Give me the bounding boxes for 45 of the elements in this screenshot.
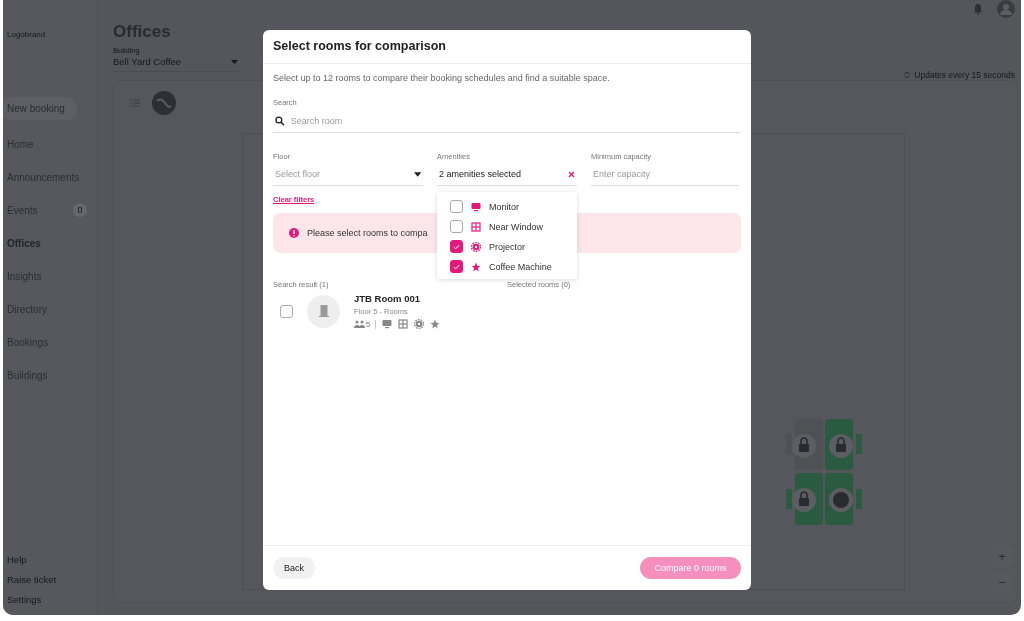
checkbox[interactable] xyxy=(450,220,463,233)
monitor-icon xyxy=(382,319,393,329)
capacity-field[interactable]: Enter capacity xyxy=(593,169,737,179)
compare-button[interactable]: Compare 0 rooms xyxy=(640,557,741,579)
search-icon xyxy=(275,116,285,126)
building-select[interactable]: Bell Yard Coffee xyxy=(113,55,238,72)
checkbox[interactable] xyxy=(450,260,463,273)
amenity-option[interactable]: Monitor xyxy=(450,200,577,213)
floor-select[interactable]: Select floor xyxy=(275,169,410,179)
amenity-option[interactable]: Near Window xyxy=(450,220,577,233)
check-icon xyxy=(453,263,460,270)
star-icon xyxy=(430,319,441,329)
search-field[interactable]: Search room xyxy=(290,116,741,126)
globe-icon[interactable] xyxy=(152,91,176,115)
gear-icon xyxy=(471,241,481,252)
refresh-icon xyxy=(903,71,912,79)
dialog-title: Select rooms for comparison xyxy=(263,30,751,64)
checkbox[interactable] xyxy=(450,240,463,253)
amenity-option[interactable]: Projector xyxy=(450,240,577,253)
footer-link[interactable]: Settings xyxy=(7,594,97,605)
door-icon xyxy=(318,305,329,317)
caret-icon xyxy=(413,171,421,177)
intro-text: Select up to 12 rooms to compare their booking schedules and find a suitable space. xyxy=(273,73,611,83)
checkbox[interactable] xyxy=(450,200,463,213)
room-name: JTB Room 001 xyxy=(354,293,421,304)
footer-link[interactable]: Help xyxy=(7,554,97,565)
monitor-icon xyxy=(471,201,481,212)
back-button[interactable]: Back xyxy=(273,557,315,579)
bell-icon[interactable] xyxy=(973,3,983,15)
clear-icon[interactable] xyxy=(568,170,575,178)
window-grid-icon xyxy=(471,221,481,232)
alert-icon xyxy=(289,228,299,238)
gear-icon xyxy=(414,319,425,329)
alert-message: Please select rooms to compa xyxy=(307,228,428,238)
star-icon xyxy=(471,261,481,272)
caret-icon xyxy=(231,59,238,64)
desk-cluster-drawing[interactable] xyxy=(786,419,862,527)
count-badge: 0 xyxy=(73,203,87,217)
window-grid-icon xyxy=(398,319,409,329)
amenities-select[interactable]: 2 amenities selected xyxy=(437,167,577,186)
avatar-icon[interactable] xyxy=(997,0,1015,18)
checkbox[interactable] xyxy=(280,304,293,318)
footer-link[interactable]: Raise ticket xyxy=(7,574,97,585)
check-icon xyxy=(453,243,460,250)
amenity-option[interactable]: Coffee Machine xyxy=(450,260,577,273)
